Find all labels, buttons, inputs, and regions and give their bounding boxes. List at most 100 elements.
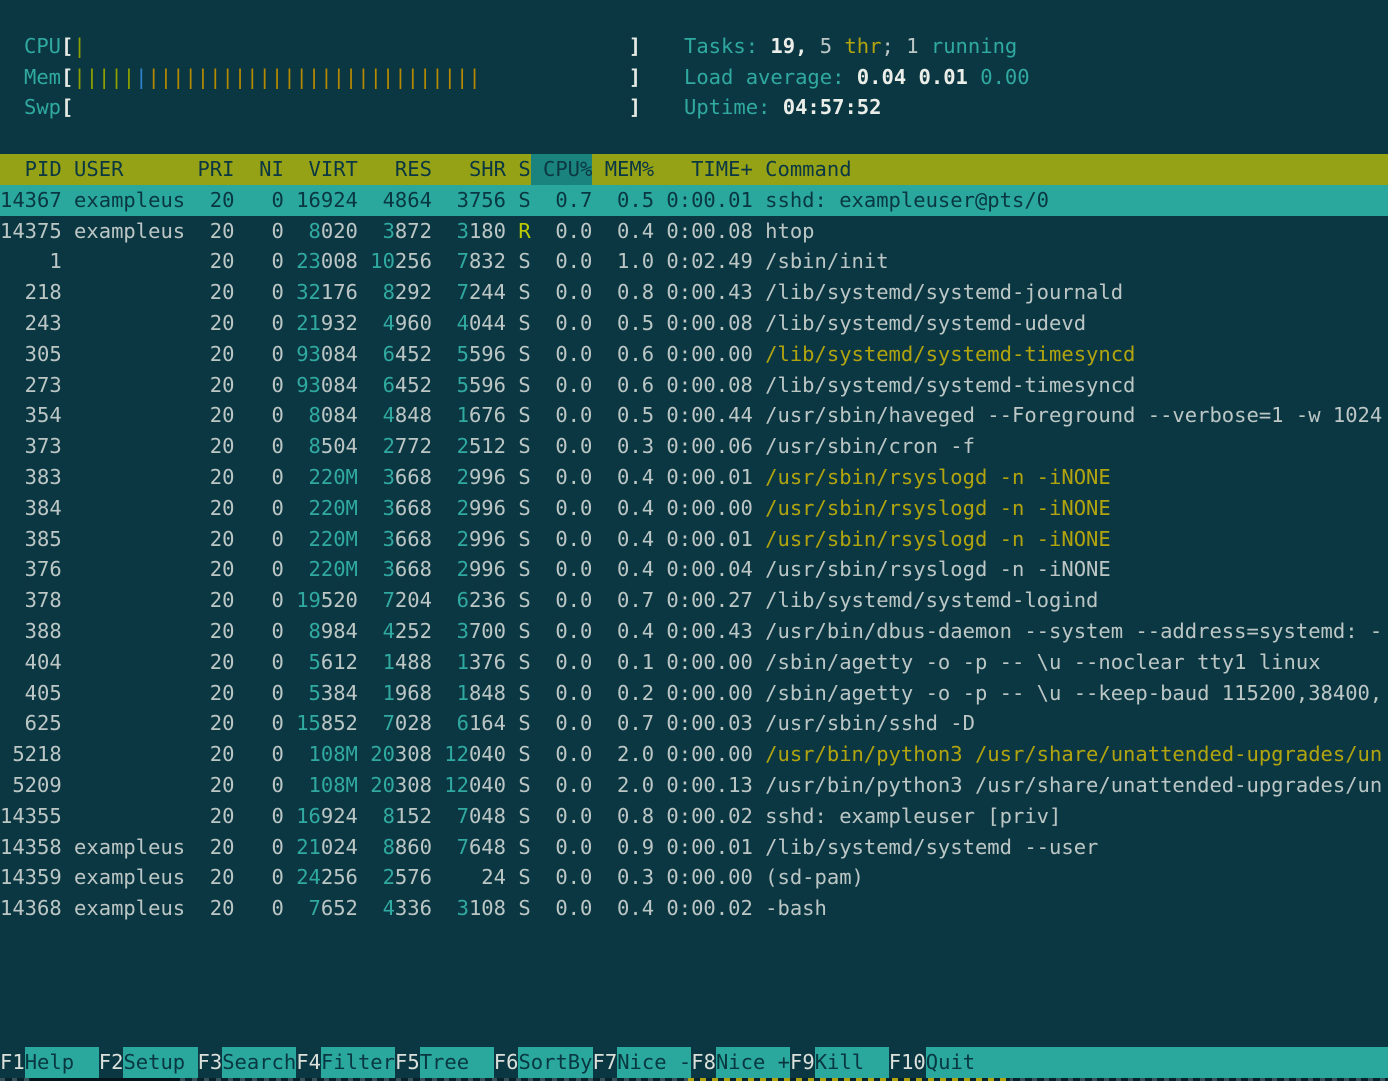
column-gap	[62, 311, 74, 335]
column-gap	[592, 342, 604, 366]
process-row[interactable]: 384 20 0 220M 3668 2996 S 0.0 0.4 0:00.0…	[0, 493, 1388, 524]
process-row[interactable]: 14367 exampleus 20 0 16924 4864 3756 S 0…	[0, 185, 1388, 216]
process-row[interactable]: 378 20 0 19520 7204 6236 S 0.0 0.7 0:00.…	[0, 585, 1388, 616]
cell-cpu-pct: 0.0	[543, 801, 592, 832]
cell-res: 4848	[370, 400, 432, 431]
fkey-f1-help[interactable]: F1Help	[0, 1047, 99, 1078]
fkey-f2-setup[interactable]: F2Setup	[99, 1047, 198, 1078]
process-row[interactable]: 5209 20 0 108M 20308 12040 S 0.0 2.0 0:0…	[0, 770, 1388, 801]
column-gap	[185, 650, 197, 674]
process-row[interactable]: 383 20 0 220M 3668 2996 S 0.0 0.4 0:00.0…	[0, 462, 1388, 493]
column-gap	[62, 650, 74, 674]
fkey-f10-quit[interactable]: F10Quit	[889, 1047, 1388, 1078]
column-gap	[753, 157, 765, 181]
column-gap	[432, 681, 444, 705]
memory-value-mb: 21	[296, 835, 321, 859]
process-row[interactable]: 14375 exampleus 20 0 8020 3872 3180 R 0.…	[0, 216, 1388, 247]
process-row[interactable]: 5218 20 0 108M 20308 12040 S 0.0 2.0 0:0…	[0, 739, 1388, 770]
fkey-f9-kill[interactable]: F9Kill	[790, 1047, 889, 1078]
column-gap	[358, 619, 370, 643]
fkey-f8-nice-[interactable]: F8Nice +	[691, 1047, 790, 1078]
fkey-f4-filter[interactable]: F4Filter	[296, 1047, 395, 1078]
column-header-virt[interactable]: VIRT	[296, 154, 358, 185]
cell-shr: 7048	[444, 801, 506, 832]
column-header-pid[interactable]: PID	[0, 154, 62, 185]
memory-value-kb: 996	[469, 527, 506, 551]
cell-command: /usr/bin/python3 /usr/share/unattended-u…	[765, 770, 1382, 801]
column-gap	[753, 773, 765, 797]
column-gap	[654, 434, 666, 458]
cell-time: 0:00.08	[666, 370, 752, 401]
process-row[interactable]: 218 20 0 32176 8292 7244 S 0.0 0.8 0:00.…	[0, 277, 1388, 308]
cell-time: 0:00.00	[666, 339, 752, 370]
cell-pid: 14368	[0, 893, 62, 924]
column-gap	[234, 403, 246, 427]
process-row[interactable]: 373 20 0 8504 2772 2512 S 0.0 0.3 0:00.0…	[0, 431, 1388, 462]
cell-state: S	[518, 678, 530, 709]
column-header-state[interactable]: S	[518, 154, 530, 185]
fkey-f5-tree[interactable]: F5Tree	[395, 1047, 494, 1078]
process-row[interactable]: 243 20 0 21932 4960 4044 S 0.0 0.5 0:00.…	[0, 308, 1388, 339]
column-header-shr[interactable]: SHR	[444, 154, 506, 185]
column-header-ni[interactable]: NI	[247, 154, 284, 185]
cell-time: 0:00.00	[666, 862, 752, 893]
memory-value-kb: 308	[395, 742, 432, 766]
cell-command: /sbin/agetty -o -p -- \u --noclear tty1 …	[765, 647, 1320, 678]
process-row[interactable]: 273 20 0 93084 6452 5596 S 0.0 0.6 0:00.…	[0, 370, 1388, 401]
cell-cpu-pct: 0.0	[543, 554, 592, 585]
cell-mem-pct: 0.4	[605, 524, 654, 555]
column-gap	[506, 619, 518, 643]
process-row[interactable]: 14368 exampleus 20 0 7652 4336 3108 S 0.…	[0, 893, 1388, 924]
cell-pri: 20	[197, 462, 234, 493]
cell-virt: 93084	[296, 370, 358, 401]
process-row[interactable]: 305 20 0 93084 6452 5596 S 0.0 0.6 0:00.…	[0, 339, 1388, 370]
cell-shr: 3700	[444, 616, 506, 647]
cell-shr: 24	[444, 862, 506, 893]
column-gap	[531, 249, 543, 273]
column-header-res[interactable]: RES	[370, 154, 432, 185]
process-row[interactable]: 14355 20 0 16924 8152 7048 S 0.0 0.8 0:0…	[0, 801, 1388, 832]
process-row[interactable]: 14359 exampleus 20 0 24256 2576 24 S 0.0…	[0, 862, 1388, 893]
memory-value-kb: 244	[469, 280, 506, 304]
process-row[interactable]: 1 20 0 23008 10256 7832 S 0.0 1.0 0:02.4…	[0, 246, 1388, 277]
fkey-f7-nice-[interactable]: F7Nice -	[593, 1047, 692, 1078]
cell-virt: 8984	[296, 616, 358, 647]
cell-ni: 0	[247, 708, 284, 739]
column-header-user[interactable]: USER	[74, 154, 185, 185]
green-bar-ticks: |	[73, 34, 85, 58]
column-header-time[interactable]: TIME+	[666, 154, 752, 185]
column-gap	[654, 773, 666, 797]
process-row[interactable]: 405 20 0 5384 1968 1848 S 0.0 0.2 0:00.0…	[0, 678, 1388, 709]
column-gap	[506, 835, 518, 859]
column-header-mem-pct[interactable]: MEM%	[605, 154, 654, 185]
process-row[interactable]: 354 20 0 8084 4848 1676 S 0.0 0.5 0:00.4…	[0, 400, 1388, 431]
column-gap	[654, 588, 666, 612]
cell-pri: 20	[197, 708, 234, 739]
column-gap	[531, 157, 543, 181]
cell-shr: 3756	[444, 185, 506, 216]
process-row[interactable]: 625 20 0 15852 7028 6164 S 0.0 0.7 0:00.…	[0, 708, 1388, 739]
column-header-cpu-pct[interactable]: CPU%	[543, 154, 592, 185]
process-row[interactable]: 385 20 0 220M 3668 2996 S 0.0 0.4 0:00.0…	[0, 524, 1388, 555]
fkey-f6-sortby[interactable]: F6SortBy	[494, 1047, 593, 1078]
column-gap	[185, 557, 197, 581]
column-header-pri[interactable]: PRI	[197, 154, 234, 185]
process-row[interactable]: 388 20 0 8984 4252 3700 S 0.0 0.4 0:00.4…	[0, 616, 1388, 647]
memory-value-kb: 504	[321, 434, 358, 458]
cell-pid: 404	[0, 647, 62, 678]
column-header-command[interactable]: Command	[765, 154, 851, 185]
column-gap	[654, 249, 666, 273]
fkey-action-label: Quit	[926, 1047, 1388, 1078]
memory-value-mb: 16	[296, 804, 321, 828]
cell-pid: 376	[0, 554, 62, 585]
process-row[interactable]: 376 20 0 220M 3668 2996 S 0.0 0.4 0:00.0…	[0, 554, 1388, 585]
cell-virt: 24256	[296, 862, 358, 893]
column-gap	[592, 742, 604, 766]
column-gap	[592, 157, 604, 181]
column-gap	[654, 311, 666, 335]
process-row[interactable]: 404 20 0 5612 1488 1376 S 0.0 0.1 0:00.0…	[0, 647, 1388, 678]
meter-close-bracket: ]	[629, 65, 641, 89]
process-row[interactable]: 14358 exampleus 20 0 21024 8860 7648 S 0…	[0, 832, 1388, 863]
cell-time: 0:00.27	[666, 585, 752, 616]
fkey-f3-search[interactable]: F3Search	[198, 1047, 297, 1078]
